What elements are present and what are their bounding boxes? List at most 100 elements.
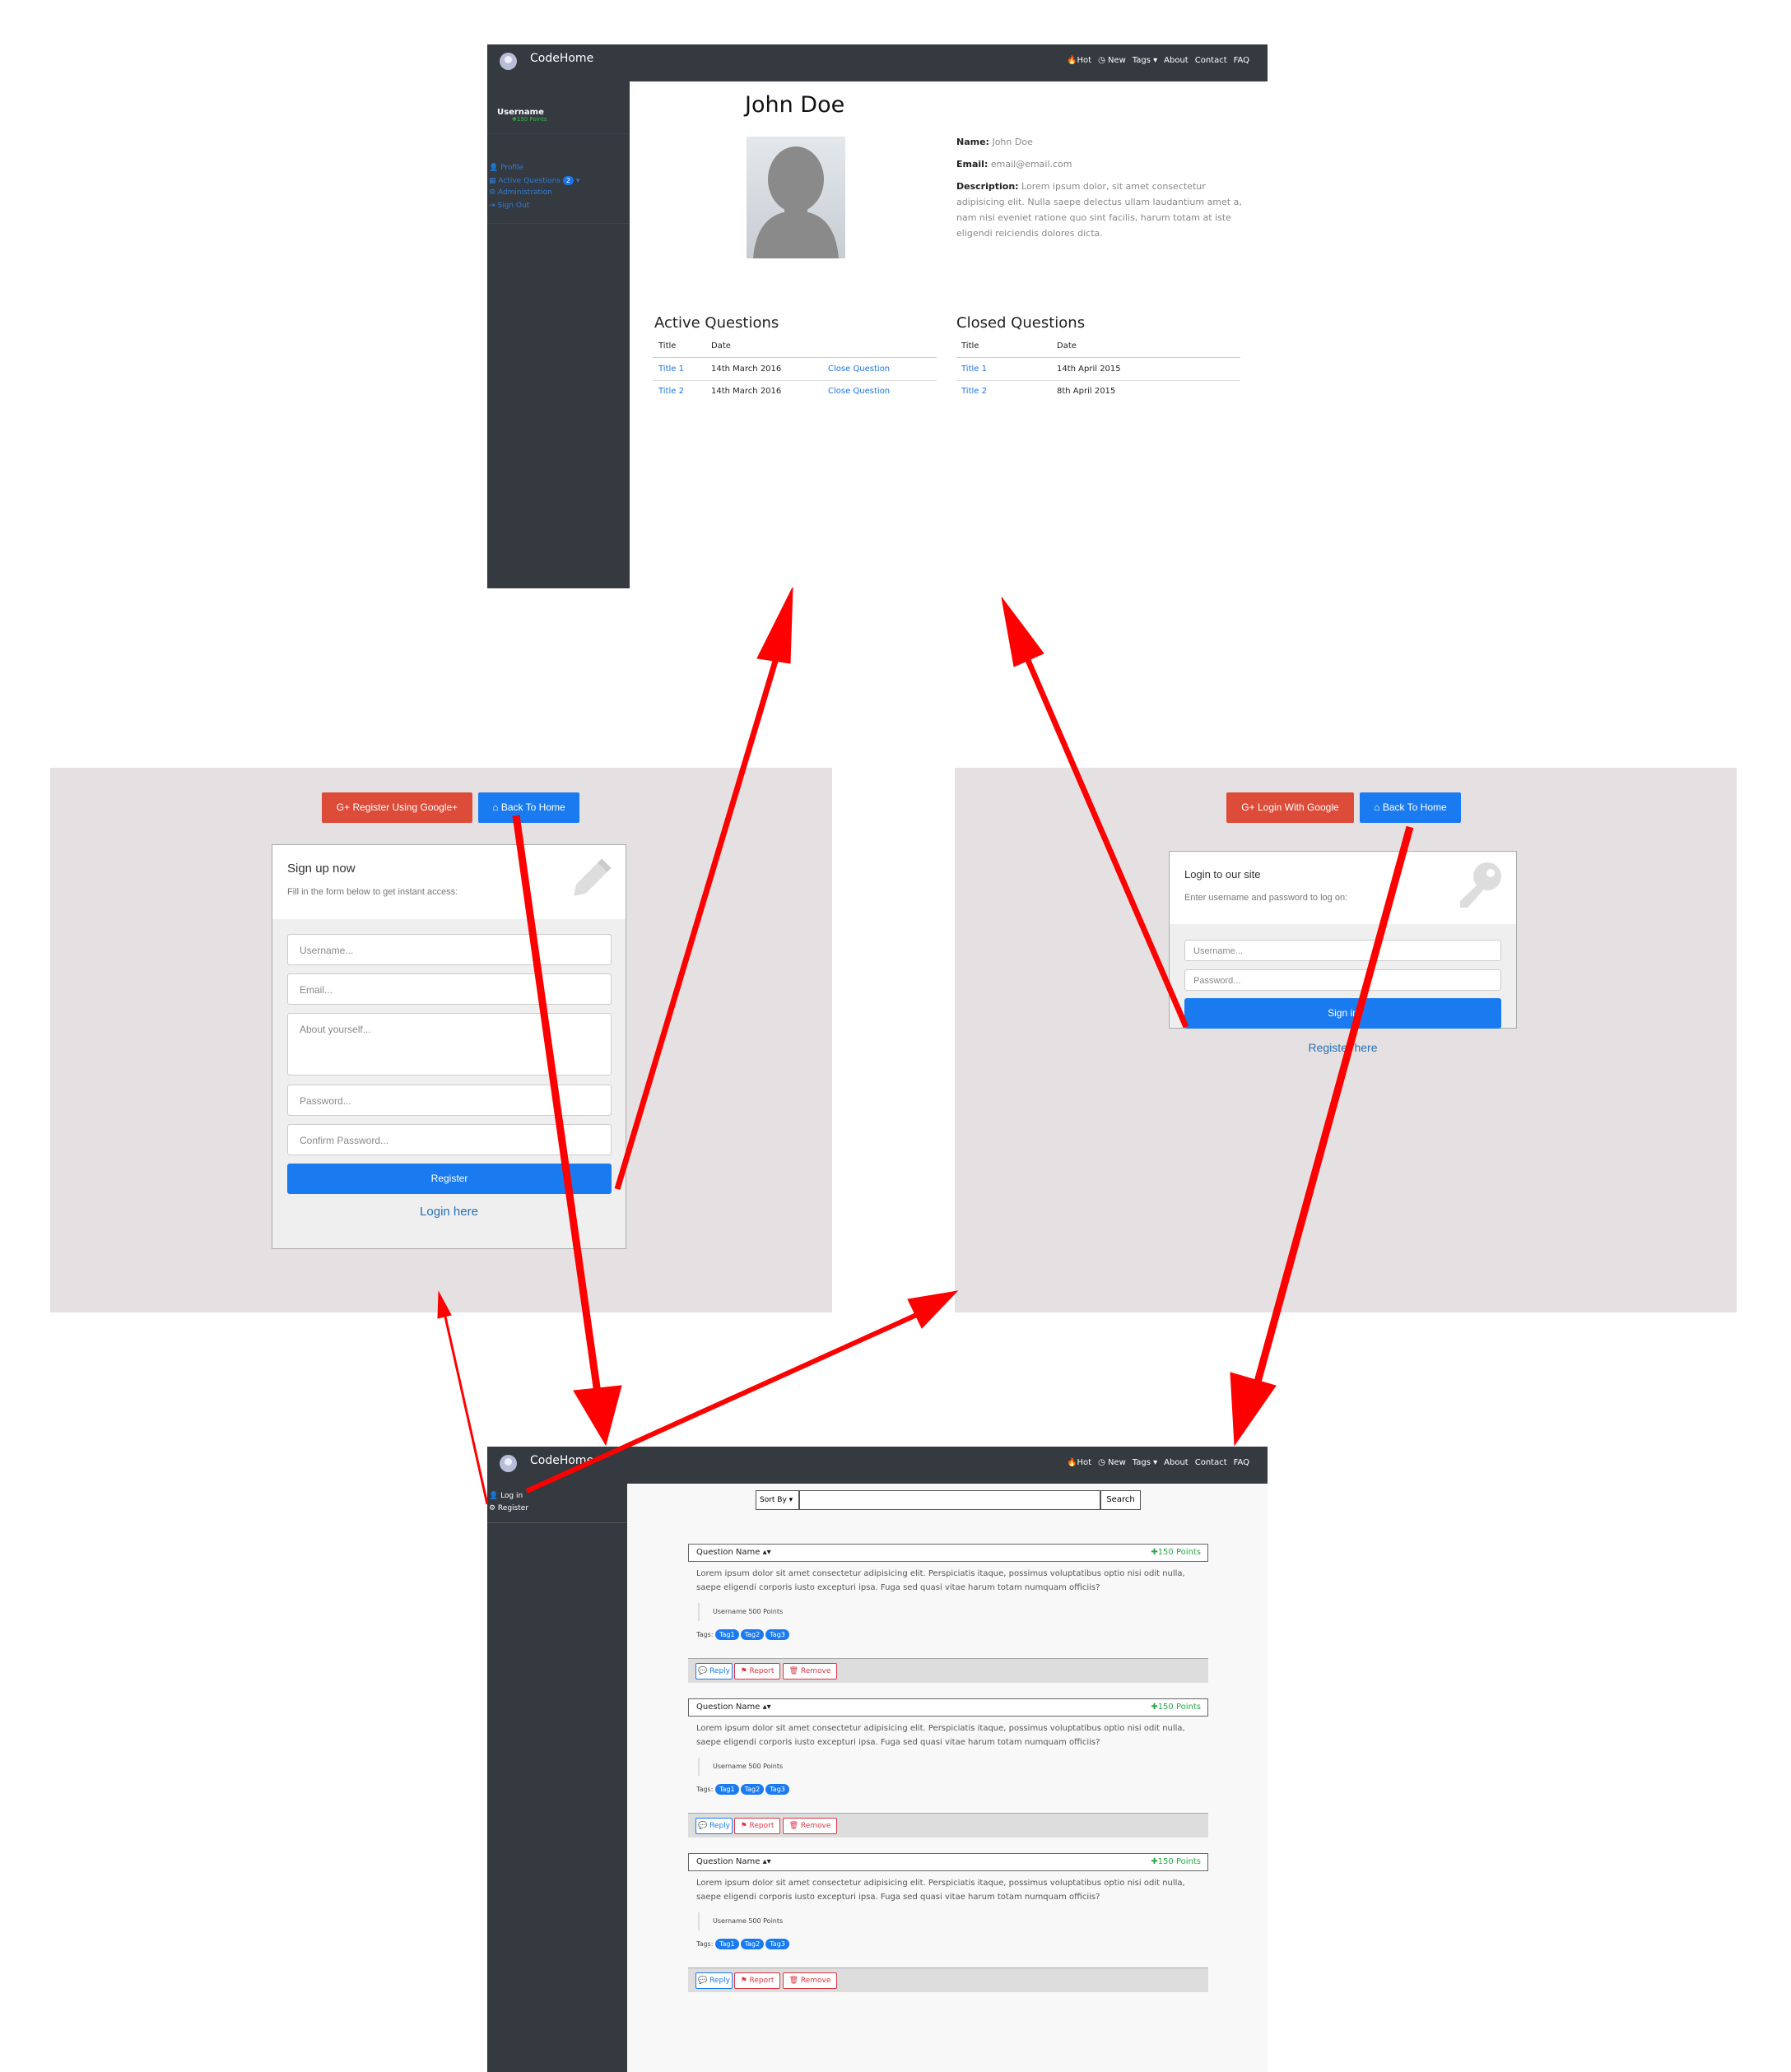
login-submit-button[interactable]: Sign in xyxy=(1184,998,1501,1029)
remove-button[interactable]: 🗑 Remove xyxy=(783,1818,837,1834)
closed-row-1-date: 14th April 2015 xyxy=(1057,365,1121,374)
login-card-title: Login to our site xyxy=(1184,868,1261,880)
question-author: Username 500 Points xyxy=(713,1917,784,1925)
closed-row-2-title[interactable]: Title 2 xyxy=(961,387,987,396)
question-author: Username 500 Points xyxy=(713,1763,784,1770)
login-register-link[interactable]: Register here xyxy=(1169,1041,1517,1054)
login-password-input[interactable]: Password... xyxy=(1184,969,1501,991)
register-back-home-button[interactable]: ⌂ Back To Home xyxy=(478,792,579,823)
login-back-home-button[interactable]: ⌂ Back To Home xyxy=(1360,792,1461,823)
nav-tags[interactable]: Tags ▾ xyxy=(1133,1458,1157,1467)
brand-link[interactable]: CodeHome xyxy=(530,52,593,65)
nav-tags[interactable]: Tags ▾ xyxy=(1133,56,1157,65)
closed-row-1-title[interactable]: Title 1 xyxy=(961,365,987,374)
register-login-link[interactable]: Login here xyxy=(272,1205,626,1219)
nav-faq[interactable]: FAQ xyxy=(1234,1458,1249,1467)
report-button[interactable]: ⚑ Report xyxy=(734,1663,780,1679)
tag-badge[interactable]: Tag1 xyxy=(714,1939,739,1949)
arrow-login-to-profile-head xyxy=(1001,597,1044,667)
tag-badge[interactable]: Tag1 xyxy=(714,1629,739,1640)
tag-badge[interactable]: Tag2 xyxy=(740,1629,765,1640)
reply-button[interactable]: 💬 Reply xyxy=(695,1818,733,1834)
nav-about[interactable]: About xyxy=(1164,56,1189,65)
question-text: Lorem ipsum dolor sit amet consectetur a… xyxy=(696,1879,1185,1902)
active-row-1-close[interactable]: Close Question xyxy=(828,365,890,374)
report-button[interactable]: ⚑ Report xyxy=(734,1818,780,1834)
remove-button[interactable]: 🗑 Remove xyxy=(783,1972,837,1989)
closed-col-title: Title xyxy=(961,341,979,351)
arrow-home-to-login-head xyxy=(907,1290,959,1329)
register-username-input[interactable]: Username... xyxy=(287,934,612,965)
remove-button[interactable]: 🗑 Remove xyxy=(783,1663,837,1679)
active-col-title: Title xyxy=(658,341,677,351)
sidebar-item-sign-out[interactable]: ⇥ Sign Out xyxy=(489,202,529,210)
nav-contact[interactable]: Contact xyxy=(1195,56,1227,65)
nav-hot[interactable]: 🔥Hot xyxy=(1067,56,1091,65)
search-input[interactable] xyxy=(799,1490,1100,1510)
nav-hot[interactable]: 🔥Hot xyxy=(1067,1458,1091,1467)
login-card-subtitle: Enter username and password to log on: xyxy=(1184,893,1348,903)
sort-by-dropdown[interactable]: Sort By ▾ xyxy=(756,1490,799,1510)
register-about-textarea[interactable]: About yourself... xyxy=(287,1013,612,1075)
question-tags: Tags: Tag1 Tag2 Tag3 xyxy=(696,1784,791,1795)
nav-new[interactable]: ◷ New xyxy=(1098,1458,1126,1467)
register-google-button[interactable]: G+ Register Using Google+ xyxy=(322,792,472,823)
search-button[interactable]: Search xyxy=(1100,1490,1141,1510)
login-card: Login to our site Enter username and pas… xyxy=(1169,851,1517,1029)
question-tags: Tags: Tag1 Tag2 Tag3 xyxy=(696,1939,791,1949)
sidebar-item-administration[interactable]: ⚙ Administration xyxy=(489,188,552,197)
active-col-date: Date xyxy=(711,341,731,351)
question-name[interactable]: Question Name ▴▾ xyxy=(696,1703,771,1712)
register-card: Sign up now Fill in the form below to ge… xyxy=(272,844,626,1249)
brand-link[interactable]: CodeHome xyxy=(530,1454,593,1467)
login-username-input[interactable]: Username... xyxy=(1184,940,1501,961)
question-points: ✚150 Points xyxy=(1151,1703,1201,1712)
reply-button[interactable]: 💬 Reply xyxy=(695,1663,733,1679)
register-confirm-password-input[interactable]: Confirm Password... xyxy=(287,1124,612,1155)
profile-details: Name: John Doe Email: email@email.com De… xyxy=(956,137,1242,239)
pencil-icon xyxy=(567,855,613,908)
sidebar-item-login[interactable]: 👤 Log in xyxy=(489,1492,523,1500)
arrow-register-to-home-head xyxy=(573,1385,622,1447)
home-sidebar: 👤 Log in ⚙ Register xyxy=(487,1484,627,2072)
active-questions-title: Active Questions xyxy=(654,314,779,332)
arrow-home-to-register xyxy=(444,1316,489,1505)
nav-new[interactable]: ◷ New xyxy=(1098,56,1126,65)
tag-badge[interactable]: Tag2 xyxy=(740,1939,765,1949)
question-name[interactable]: Question Name ▴▾ xyxy=(696,1857,771,1866)
active-row-2-close[interactable]: Close Question xyxy=(828,387,890,396)
arrow-register-to-profile-head xyxy=(756,587,793,664)
tag-badge[interactable]: Tag3 xyxy=(765,1939,789,1949)
active-row-1-date: 14th March 2016 xyxy=(711,365,782,374)
arrow-login-to-home-head xyxy=(1230,1372,1277,1447)
question-text: Lorem ipsum dolor sit amet consectetur a… xyxy=(696,1569,1185,1592)
report-button[interactable]: ⚑ Report xyxy=(734,1972,780,1989)
tag-badge[interactable]: Tag3 xyxy=(765,1784,789,1795)
active-row-2-title[interactable]: Title 2 xyxy=(658,387,684,396)
nav-contact[interactable]: Contact xyxy=(1195,1458,1227,1467)
question-name[interactable]: Question Name ▴▾ xyxy=(696,1548,771,1557)
nav-about[interactable]: About xyxy=(1164,1458,1189,1467)
sidebar-item-profile[interactable]: 👤 Profile xyxy=(489,164,523,172)
question-points: ✚150 Points xyxy=(1151,1857,1201,1866)
sidebar-points: ✚150 Points xyxy=(512,116,547,123)
nav-faq[interactable]: FAQ xyxy=(1234,56,1249,65)
closed-questions-title: Closed Questions xyxy=(956,314,1086,332)
sidebar-item-active-questions[interactable]: ▦ Active Questions 2 ▾ xyxy=(489,176,579,185)
active-row-1-title[interactable]: Title 1 xyxy=(658,365,684,374)
tag-badge[interactable]: Tag2 xyxy=(740,1784,765,1795)
sidebar-item-register[interactable]: ⚙ Register xyxy=(489,1504,528,1512)
register-card-subtitle: Fill in the form below to get instant ac… xyxy=(287,887,458,897)
profile-navbar: CodeHome 🔥Hot ◷ New Tags ▾ About Contact… xyxy=(487,44,1268,81)
tag-badge[interactable]: Tag1 xyxy=(714,1784,739,1795)
register-email-input[interactable]: Email... xyxy=(287,973,612,1005)
profile-photo xyxy=(747,137,845,258)
question-tags: Tags: Tag1 Tag2 Tag3 xyxy=(696,1629,791,1640)
register-submit-button[interactable]: Register xyxy=(287,1164,612,1194)
tag-badge[interactable]: Tag3 xyxy=(765,1629,789,1640)
profile-name: John Doe xyxy=(745,92,845,118)
question-points: ✚150 Points xyxy=(1151,1548,1201,1557)
register-password-input[interactable]: Password... xyxy=(287,1085,612,1116)
login-google-button[interactable]: G+ Login With Google xyxy=(1226,792,1354,823)
reply-button[interactable]: 💬 Reply xyxy=(695,1972,733,1989)
